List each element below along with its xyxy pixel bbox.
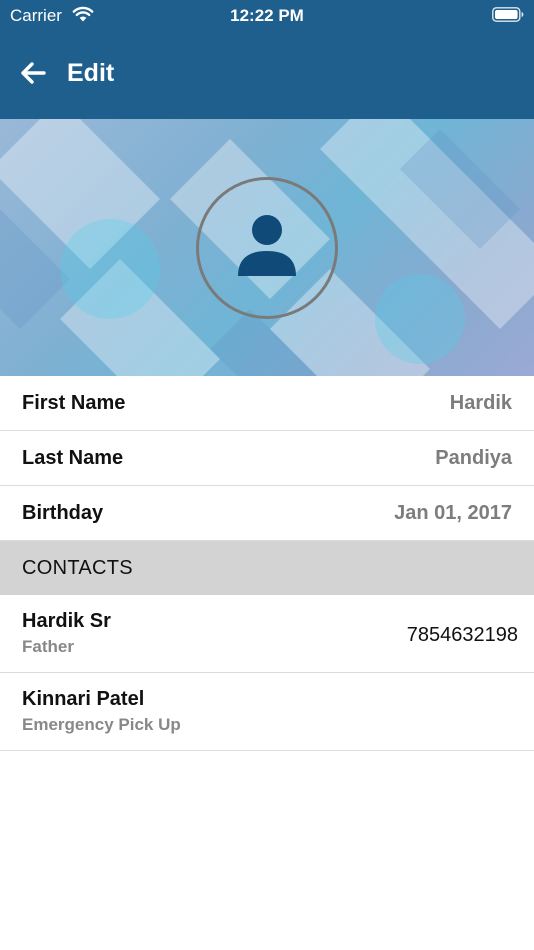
status-time: 12:22 PM	[230, 6, 304, 25]
arrow-left-icon	[21, 62, 46, 84]
profile-photo-button[interactable]	[196, 177, 338, 319]
contact-relation: Emergency Pick Up	[22, 715, 181, 734]
battery-icon	[492, 7, 524, 22]
first-name-label: First Name	[22, 392, 126, 414]
last-name-row[interactable]: Last Name Pandiya	[0, 431, 534, 486]
contacts-section-title: CONTACTS	[22, 557, 133, 579]
contact-list-item[interactable]: Hardik Sr Father 7854632198	[0, 595, 534, 673]
contact-name: Hardik Sr	[22, 610, 111, 632]
contact-name: Kinnari Patel	[22, 688, 145, 710]
contact-list-item[interactable]: Kinnari Patel Emergency Pick Up	[0, 673, 534, 751]
birthday-label: Birthday	[22, 502, 104, 524]
last-name-value: Pandiya	[435, 447, 512, 469]
person-icon	[238, 215, 296, 276]
first-name-value: Hardik	[449, 392, 512, 414]
status-bar: Carrier 12:22 PM	[0, 0, 534, 30]
last-name-label: Last Name	[22, 447, 124, 469]
back-button[interactable]	[14, 54, 52, 92]
page-title: Edit	[67, 59, 115, 87]
birthday-value: Jan 01, 2017	[394, 502, 512, 524]
first-name-row[interactable]: First Name Hardik	[0, 376, 534, 431]
contact-phone: 7854632198	[406, 624, 518, 646]
contact-relation: Father	[22, 637, 74, 656]
birthday-row[interactable]: Birthday Jan 01, 2017	[0, 486, 534, 541]
app-header: Carrier 12:22 PM Edit	[0, 0, 534, 119]
contacts-section-header: CONTACTS	[0, 541, 534, 595]
profile-banner	[0, 119, 534, 376]
navigation-bar: Edit	[0, 40, 534, 110]
